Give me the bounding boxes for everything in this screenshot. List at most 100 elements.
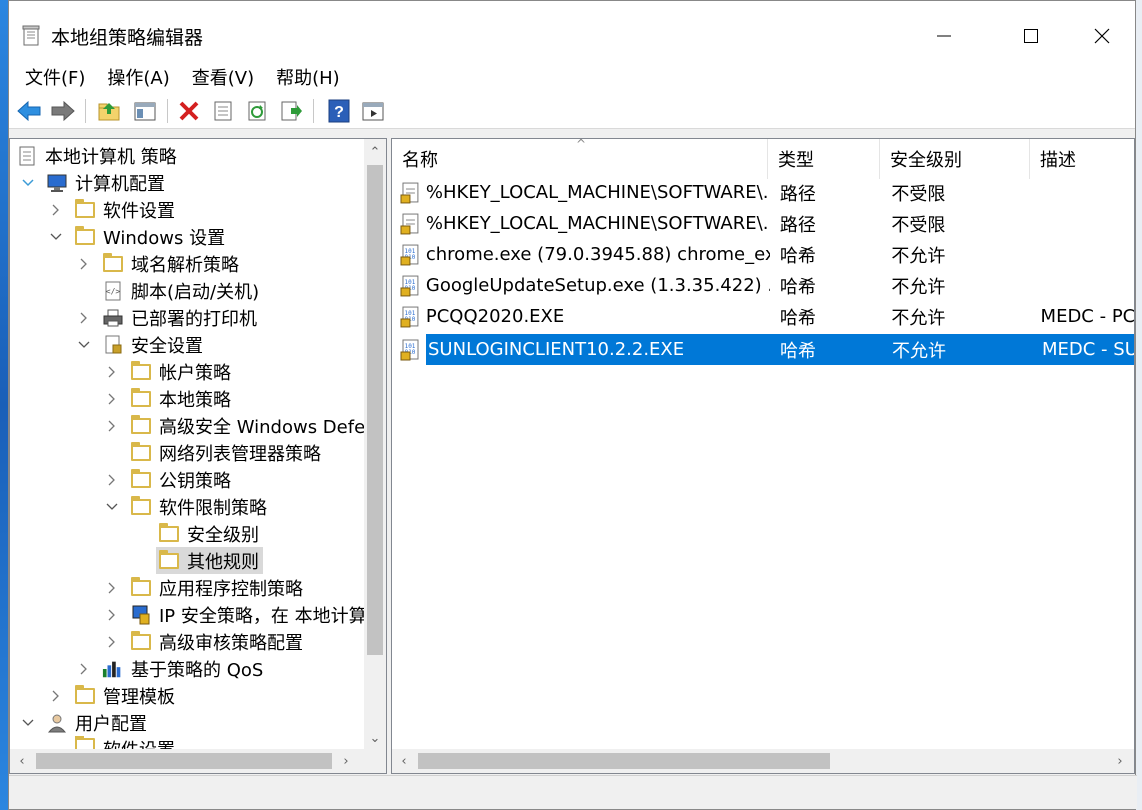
tree-node-firewall[interactable]: 高级安全 Windows Defe — [104, 412, 365, 439]
up-folder-icon[interactable] — [95, 97, 123, 125]
tree-label: 高级安全 Windows Defe — [159, 416, 366, 438]
path-rule-icon — [400, 182, 419, 203]
chevron-right-icon[interactable] — [48, 202, 64, 218]
scroll-down-icon[interactable]: ⌄ — [365, 727, 385, 749]
chevron-down-icon[interactable] — [104, 499, 120, 515]
column-header-name[interactable]: 名称 ^ — [392, 139, 768, 179]
ipsec-icon — [130, 605, 152, 625]
action-pane-icon[interactable] — [359, 97, 387, 125]
tree-horizontal-scrollbar[interactable]: ‹ › — [10, 749, 386, 773]
bar-chart-icon — [102, 659, 124, 679]
scroll-thumb[interactable] — [367, 165, 383, 655]
folder-icon — [130, 495, 152, 517]
folder-icon — [130, 630, 152, 652]
list-item[interactable]: %HKEY_LOCAL_MACHINE\SOFTWARE\... 路径 不受限 — [392, 208, 1134, 239]
list-item[interactable]: 101010 PCQQ2020.EXE 哈希 不允许 MEDC - PCQ — [392, 301, 1134, 332]
menu-file[interactable]: 文件(F) — [15, 64, 97, 90]
close-button[interactable] — [1067, 13, 1137, 59]
results-list[interactable]: 名称 ^ 类型 安全级别 描述 %HKEY_LOCAL_MACHINE\SOFT… — [391, 138, 1135, 774]
chevron-right-icon[interactable] — [48, 688, 64, 704]
delete-icon[interactable] — [175, 97, 203, 125]
minimize-button[interactable] — [909, 13, 979, 59]
chevron-right-icon[interactable] — [104, 391, 120, 407]
scroll-right-icon[interactable]: › — [336, 750, 356, 772]
column-header-security-level[interactable]: 安全级别 — [880, 139, 1030, 179]
tree-label: 帐户策略 — [159, 362, 231, 384]
menu-view[interactable]: 查看(V) — [182, 64, 266, 90]
tree-label: 软件限制策略 — [159, 497, 267, 519]
list-horizontal-scrollbar[interactable]: ‹ › — [392, 749, 1134, 773]
chevron-down-icon[interactable] — [48, 229, 64, 245]
folder-icon — [130, 441, 152, 463]
title-bar[interactable]: 本地组策略编辑器 — [9, 1, 1135, 61]
tree-node-security-settings[interactable]: 安全设置 — [76, 331, 203, 358]
chevron-right-icon[interactable] — [104, 580, 120, 596]
tree-node-app-control[interactable]: 应用程序控制策略 — [104, 574, 303, 601]
chevron-down-icon[interactable] — [76, 337, 92, 353]
chevron-right-icon[interactable] — [104, 472, 120, 488]
chevron-down-icon[interactable] — [20, 175, 36, 191]
scroll-right-icon[interactable]: › — [1110, 750, 1130, 772]
chevron-right-icon[interactable] — [76, 256, 92, 272]
hash-rule-icon: 101010 — [400, 339, 419, 360]
tree-node-software-settings[interactable]: 软件设置 — [48, 196, 175, 223]
scroll-left-icon[interactable]: ‹ — [394, 750, 414, 772]
chevron-right-icon[interactable] — [104, 634, 120, 650]
tree-node-security-levels[interactable]: 安全级别 — [158, 520, 259, 547]
tree-node-ipsec[interactable]: IP 安全策略，在 本地计算 — [104, 601, 367, 628]
tree-node-computer-config[interactable]: 计算机配置 — [20, 169, 165, 196]
tree-node-network-list[interactable]: 网络列表管理器策略 — [130, 439, 321, 466]
scroll-thumb[interactable] — [418, 753, 830, 769]
help-icon[interactable]: ? — [325, 97, 353, 125]
properties-icon[interactable] — [209, 97, 237, 125]
tree-node-public-key[interactable]: 公钥策略 — [104, 466, 231, 493]
chevron-right-icon[interactable] — [104, 418, 120, 434]
scroll-thumb[interactable] — [36, 753, 332, 769]
tree-node-user-config[interactable]: 用户配置 — [20, 709, 147, 736]
menu-help[interactable]: 帮助(H) — [266, 64, 352, 90]
tree-label: 域名解析策略 — [131, 254, 239, 276]
tree-node-account-policy[interactable]: 帐户策略 — [104, 358, 231, 385]
maximize-button[interactable] — [996, 13, 1066, 59]
scroll-up-icon[interactable]: ⌃ — [365, 141, 385, 163]
forward-icon[interactable] — [49, 97, 77, 125]
column-header-type[interactable]: 类型 — [768, 139, 880, 179]
export-list-icon[interactable] — [277, 97, 305, 125]
refresh-icon[interactable] — [243, 97, 271, 125]
tree-label: 公钥策略 — [159, 470, 231, 492]
list-item[interactable]: 101010 chrome.exe (79.0.3945.88) chrome_… — [392, 239, 1134, 270]
tree-node-local-policy[interactable]: 本地计算机 策略 — [16, 142, 177, 169]
security-doc-icon — [102, 335, 124, 355]
menu-action[interactable]: 操作(A) — [97, 64, 181, 90]
chevron-right-icon[interactable] — [76, 310, 92, 326]
list-item-selected[interactable]: 101010 SUNLOGINCLIENT10.2.2.EXE 哈希 不允许 M… — [392, 334, 1134, 365]
console-tree[interactable]: 本地计算机 策略 计算机配置 软件设置 Windows 设置 域名解析策略 </… — [9, 138, 387, 774]
tree-node-scripts[interactable]: </> 脚本(启动/关机) — [102, 277, 259, 304]
chevron-right-icon[interactable] — [48, 736, 64, 750]
chevron-right-icon[interactable] — [76, 661, 92, 677]
tree-node-additional-rules[interactable]: 其他规则 — [156, 547, 263, 574]
tree-vertical-scrollbar[interactable]: ⌃ ⌄ — [364, 139, 386, 751]
chevron-right-icon[interactable] — [104, 364, 120, 380]
tree-node-windows-settings[interactable]: Windows 设置 — [48, 223, 225, 250]
scroll-left-icon[interactable]: ‹ — [12, 750, 32, 772]
tree-node-qos[interactable]: 基于策略的 QoS — [76, 655, 263, 682]
chevron-right-icon[interactable] — [104, 607, 120, 623]
list-item[interactable]: %HKEY_LOCAL_MACHINE\SOFTWARE\... 路径 不受限 — [392, 177, 1134, 208]
tree-node-software-restriction[interactable]: 软件限制策略 — [104, 493, 267, 520]
column-header-description[interactable]: 描述 — [1030, 139, 1134, 179]
list-header: 名称 ^ 类型 安全级别 描述 — [392, 139, 1134, 179]
list-item[interactable]: 101010 GoogleUpdateSetup.exe (1.3.35.422… — [392, 270, 1134, 301]
tree-node-local-policies[interactable]: 本地策略 — [104, 385, 231, 412]
tree-node-dns-policy[interactable]: 域名解析策略 — [76, 250, 239, 277]
sort-ascending-icon: ^ — [576, 138, 587, 151]
tree-node-admin-templates[interactable]: 管理模板 — [48, 682, 175, 709]
chevron-down-icon[interactable] — [20, 715, 36, 731]
tree-node-audit[interactable]: 高级审核策略配置 — [104, 628, 303, 655]
tree-node-user-software-settings[interactable]: 软件设置 — [48, 736, 175, 750]
tree-label: 基于策略的 QoS — [131, 659, 264, 681]
maximize-icon — [1024, 29, 1038, 43]
show-hide-tree-icon[interactable] — [131, 97, 159, 125]
tree-node-printers[interactable]: 已部署的打印机 — [76, 304, 257, 331]
back-icon[interactable] — [15, 97, 43, 125]
